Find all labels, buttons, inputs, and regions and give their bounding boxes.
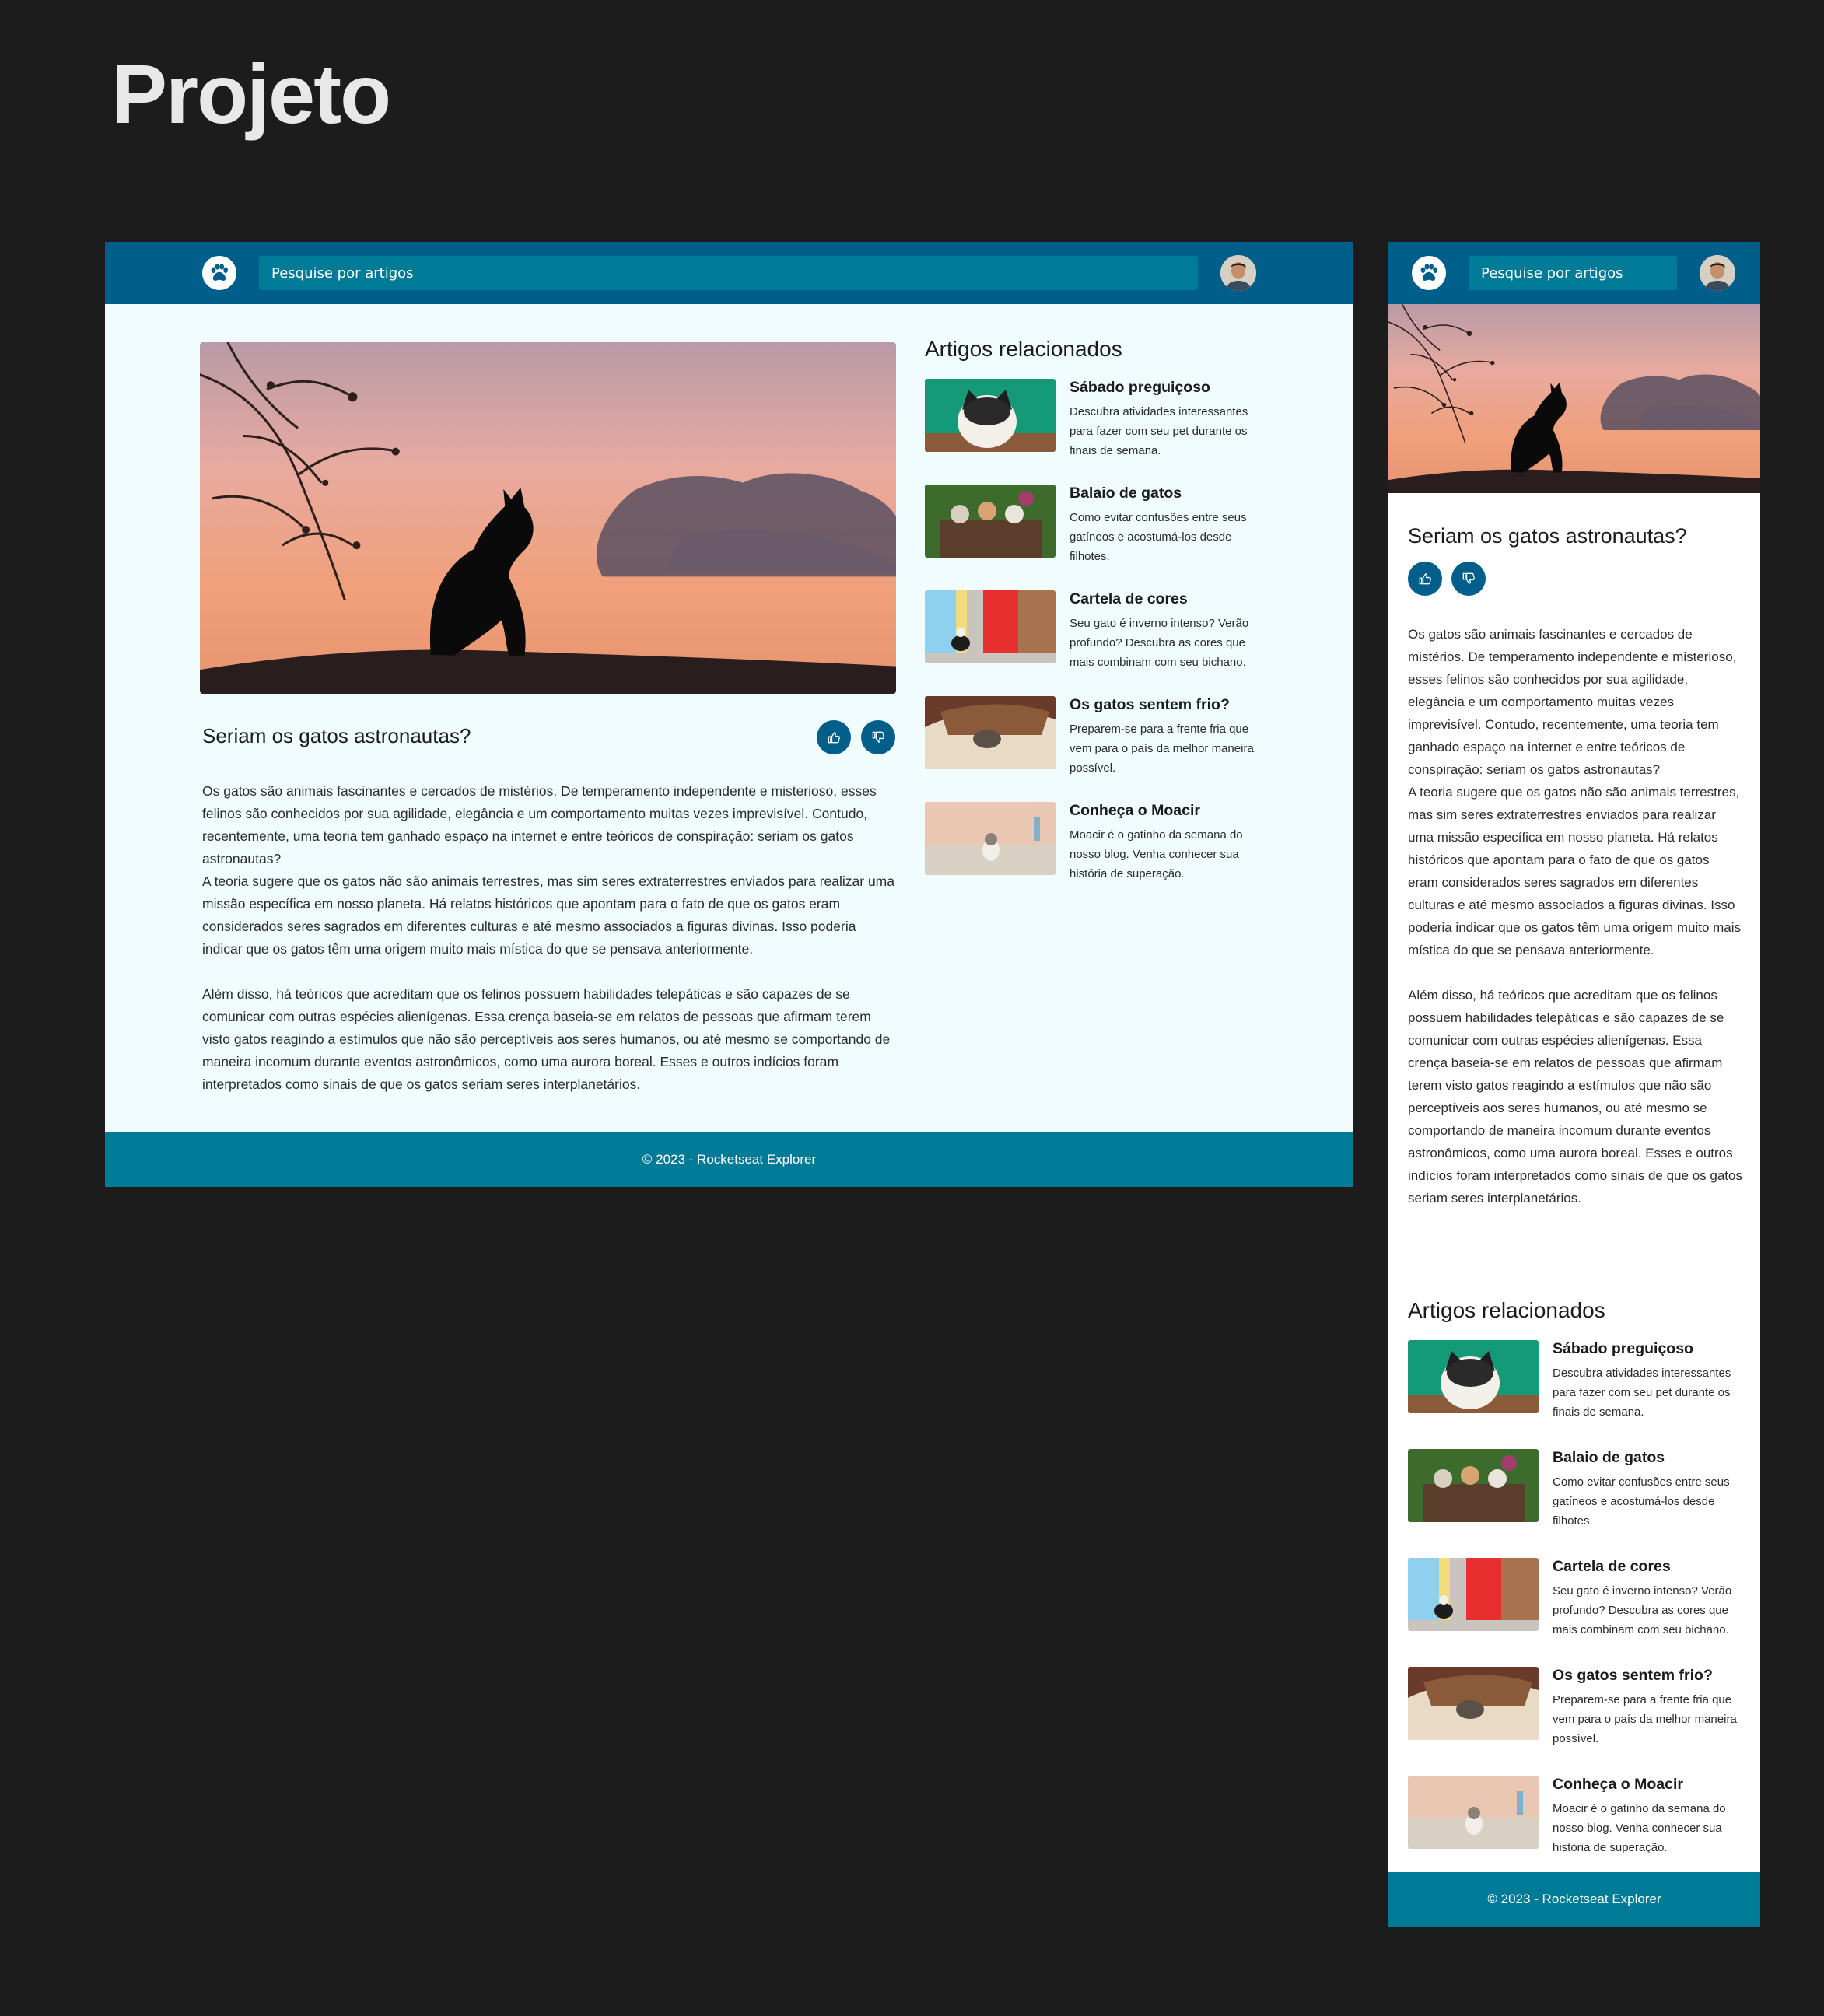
related-thumbnail[interactable] (925, 696, 1056, 769)
related-desc: Seu gato é inverno intenso? Verão profun… (1553, 1584, 1732, 1636)
avatar[interactable] (1220, 255, 1256, 291)
related-heading: Artigos relacionados (1408, 1298, 1605, 1322)
related-title[interactable]: Os gatos sentem frio? (1553, 1667, 1750, 1685)
related-desc: Moacir é o gatinho da semana do nosso bl… (1070, 828, 1243, 880)
related-card[interactable]: Conheça o Moacir Moacir é o gatinho da se… (1408, 1776, 1750, 1857)
related-card[interactable]: Balaio de gatos Como evitar confusões ent… (1408, 1449, 1750, 1531)
paw-icon[interactable] (202, 256, 236, 290)
desktop-layout: Pesquise por artigos Seriam os gatos ast… (105, 242, 1353, 1187)
article-paragraph: A teoria sugere que os gatos não são ani… (1408, 785, 1742, 957)
related-card[interactable]: Cartela de cores Seu gato é inverno inten… (925, 590, 1267, 672)
related-card[interactable]: Balaio de gatos Como evitar confusões ent… (925, 485, 1267, 566)
avatar[interactable] (1700, 255, 1735, 291)
article-title: Seriam os gatos astronautas? (1408, 524, 1687, 548)
related-card[interactable]: Sábado preguiçoso Descubra atividades int… (925, 379, 1267, 460)
article-paragraph: Além disso, há teóricos que acreditam qu… (1408, 988, 1742, 1206)
related-title[interactable]: Conheça o Moacir (1553, 1776, 1750, 1794)
header: Pesquise por artigos (1388, 242, 1760, 304)
related-title[interactable]: Os gatos sentem frio? (1070, 696, 1267, 714)
related-heading: Artigos relacionados (925, 337, 1122, 361)
article-paragraph: Os gatos são animais fascinantes e cerca… (202, 783, 877, 866)
article-title: Seriam os gatos astronautas? (202, 724, 471, 747)
hero-image (1388, 304, 1760, 493)
article-paragraph: Além disso, há teóricos que acreditam qu… (202, 986, 891, 1092)
dislike-button[interactable] (861, 720, 895, 754)
related-thumbnail[interactable] (925, 379, 1056, 452)
related-title[interactable]: Cartela de cores (1070, 590, 1267, 608)
article-paragraph: Os gatos são animais fascinantes e cerca… (1408, 627, 1737, 777)
mobile-layout: Pesquise por artigos Seriam os gatos ast… (1388, 242, 1760, 1927)
like-button[interactable] (817, 720, 851, 754)
related-card[interactable]: Sábado preguiçoso Descubra atividades int… (1408, 1340, 1750, 1422)
header: Pesquise por artigos (105, 242, 1353, 304)
article-body: Os gatos são animais fascinantes e cerca… (202, 780, 898, 1118)
paw-icon[interactable] (1412, 256, 1446, 290)
related-desc: Descubra atividades interessantes para f… (1070, 405, 1248, 457)
related-desc: Descubra atividades interessantes para f… (1553, 1367, 1731, 1419)
related-thumbnail[interactable] (925, 485, 1056, 558)
footer: © 2023 - Rocketseat Explorer (1388, 1872, 1760, 1927)
related-thumbnail[interactable] (925, 590, 1056, 663)
thumbs-up-icon (1417, 571, 1433, 586)
related-title[interactable]: Balaio de gatos (1553, 1449, 1750, 1467)
article-body: Os gatos são animais fascinantes e cerca… (1408, 623, 1742, 1232)
article-paragraph: A teoria sugere que os gatos não são ani… (202, 873, 894, 957)
search-input[interactable]: Pesquise por artigos (1469, 256, 1677, 290)
footer: © 2023 - Rocketseat Explorer (105, 1132, 1353, 1187)
related-thumbnail[interactable] (1408, 1776, 1539, 1849)
related-desc: Preparem-se para a frente fria que vem p… (1070, 723, 1254, 775)
related-title[interactable]: Sábado preguiçoso (1070, 379, 1267, 397)
page-title: Projeto (111, 47, 391, 141)
thumbs-down-icon (870, 730, 886, 745)
related-card[interactable]: Os gatos sentem frio? Preparem-se para a … (1408, 1667, 1750, 1748)
related-desc: Seu gato é inverno intenso? Verão profun… (1070, 617, 1249, 669)
related-thumbnail[interactable] (1408, 1340, 1539, 1413)
related-thumbnail[interactable] (925, 802, 1056, 875)
like-button[interactable] (1408, 562, 1442, 596)
related-thumbnail[interactable] (1408, 1667, 1539, 1740)
related-title[interactable]: Conheça o Moacir (1070, 802, 1267, 820)
related-desc: Como evitar confusões entre seus gatíneo… (1070, 511, 1247, 563)
hero-image (200, 342, 896, 694)
related-card[interactable]: Cartela de cores Seu gato é inverno inten… (1408, 1558, 1750, 1640)
related-card[interactable]: Conheça o Moacir Moacir é o gatinho da se… (925, 802, 1267, 884)
related-card[interactable]: Os gatos sentem frio? Preparem-se para a … (925, 696, 1267, 778)
dislike-button[interactable] (1451, 562, 1486, 596)
search-input[interactable]: Pesquise por artigos (259, 256, 1198, 290)
related-desc: Preparem-se para a frente fria que vem p… (1553, 1693, 1737, 1745)
related-desc: Moacir é o gatinho da semana do nosso bl… (1553, 1802, 1726, 1854)
related-thumbnail[interactable] (1408, 1449, 1539, 1522)
related-desc: Como evitar confusões entre seus gatíneo… (1553, 1475, 1730, 1528)
thumbs-up-icon (826, 730, 842, 745)
related-articles: Artigos relacionados Sábado preguiçoso De… (1408, 1298, 1750, 1885)
related-title[interactable]: Cartela de cores (1553, 1558, 1750, 1576)
related-thumbnail[interactable] (1408, 1558, 1539, 1631)
related-title[interactable]: Balaio de gatos (1070, 485, 1267, 502)
related-title[interactable]: Sábado preguiçoso (1553, 1340, 1750, 1358)
related-articles: Artigos relacionados Sábado preguiçoso De… (925, 337, 1267, 908)
thumbs-down-icon (1461, 571, 1476, 586)
